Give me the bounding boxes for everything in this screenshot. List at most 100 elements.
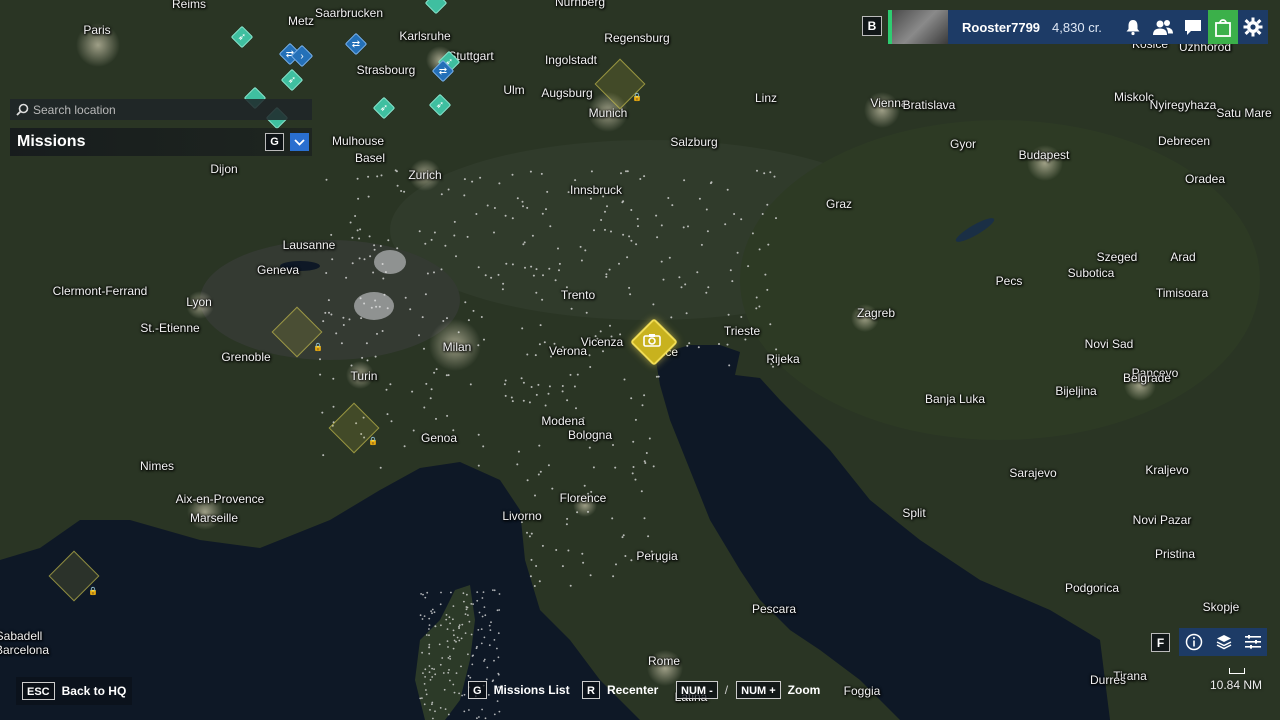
airport-dot[interactable]: [424, 432, 427, 435]
airport-dot[interactable]: [433, 231, 436, 234]
airport-dot[interactable]: [516, 197, 519, 200]
airport-dot[interactable]: [367, 195, 370, 198]
airport-dot[interactable]: [773, 175, 776, 178]
airport-dot[interactable]: [328, 311, 330, 314]
airport-dot[interactable]: [379, 466, 382, 469]
airport-dot[interactable]: [430, 388, 433, 391]
airport-dot[interactable]: [425, 634, 428, 636]
airport-dot[interactable]: [657, 375, 660, 378]
airport-dot[interactable]: [476, 599, 479, 602]
airport-dot[interactable]: [493, 713, 496, 716]
airport-dot[interactable]: [770, 363, 773, 365]
airport-dot[interactable]: [480, 628, 483, 630]
airport-dot[interactable]: [449, 679, 451, 682]
airport-dot[interactable]: [321, 411, 324, 414]
airport-dot[interactable]: [447, 713, 450, 716]
airport-dot[interactable]: [409, 308, 412, 311]
airport-dot[interactable]: [421, 316, 424, 319]
airport-dot[interactable]: [419, 614, 422, 617]
mission-marker[interactable]: ›: [290, 44, 314, 68]
airport-dot[interactable]: [622, 200, 625, 203]
airport-dot[interactable]: [596, 337, 599, 340]
airport-dot[interactable]: [541, 544, 544, 547]
airport-dot[interactable]: [775, 217, 777, 220]
airport-dot[interactable]: [483, 636, 486, 639]
airport-dot[interactable]: [656, 236, 659, 239]
airport-dot[interactable]: [361, 356, 364, 359]
airport-dot[interactable]: [736, 251, 739, 254]
airport-dot[interactable]: [472, 309, 475, 312]
airport-dot[interactable]: [476, 717, 478, 720]
airport-dot[interactable]: [668, 256, 671, 259]
airport-dot[interactable]: [395, 170, 398, 173]
airport-dot[interactable]: [386, 413, 389, 416]
airport-dot[interactable]: [530, 558, 533, 561]
airport-dot[interactable]: [576, 373, 579, 376]
airport-dot[interactable]: [396, 247, 399, 250]
airport-dot[interactable]: [430, 238, 433, 241]
missions-filter-key[interactable]: G: [265, 133, 284, 151]
airport-dot[interactable]: [566, 399, 569, 402]
airport-dot[interactable]: [535, 268, 538, 271]
airport-dot[interactable]: [450, 591, 452, 594]
airport-dot[interactable]: [504, 379, 507, 382]
airport-dot[interactable]: [530, 265, 533, 268]
airport-dot[interactable]: [387, 239, 390, 242]
airport-dot[interactable]: [650, 550, 653, 553]
airport-dot[interactable]: [455, 640, 457, 643]
airport-dot[interactable]: [587, 510, 589, 513]
airport-dot[interactable]: [434, 625, 437, 627]
airport-dot[interactable]: [523, 241, 526, 244]
airport-dot[interactable]: [630, 239, 633, 242]
airport-dot[interactable]: [569, 373, 572, 376]
airport-dot[interactable]: [483, 338, 485, 341]
airport-dot[interactable]: [602, 350, 604, 353]
airport-dot[interactable]: [330, 313, 333, 316]
airport-dot[interactable]: [493, 207, 496, 209]
airport-dot[interactable]: [724, 223, 727, 226]
airport-dot[interactable]: [481, 708, 483, 711]
airport-dot[interactable]: [481, 615, 484, 618]
airport-dot[interactable]: [442, 320, 445, 322]
airport-dot[interactable]: [453, 234, 456, 237]
airport-dot[interactable]: [466, 235, 469, 238]
airport-dot[interactable]: [389, 383, 392, 386]
airport-dot[interactable]: [426, 591, 429, 594]
airport-dot[interactable]: [458, 624, 461, 626]
airport-dot[interactable]: [554, 279, 557, 282]
airport-dot[interactable]: [501, 288, 504, 291]
airport-dot[interactable]: [626, 256, 629, 259]
airport-dot[interactable]: [370, 306, 373, 309]
airport-dot[interactable]: [332, 405, 335, 408]
airport-dot[interactable]: [475, 213, 478, 215]
airport-dot[interactable]: [365, 342, 368, 345]
airport-dot[interactable]: [373, 248, 376, 251]
airport-dot[interactable]: [424, 242, 427, 245]
airport-dot[interactable]: [629, 293, 632, 296]
airport-dot[interactable]: [561, 390, 564, 393]
airport-dot[interactable]: [576, 511, 579, 514]
airport-dot[interactable]: [374, 299, 377, 302]
airport-dot[interactable]: [551, 487, 554, 490]
airport-dot[interactable]: [606, 205, 608, 208]
airport-dot[interactable]: [547, 392, 550, 395]
airport-dot[interactable]: [541, 298, 544, 301]
airport-dot[interactable]: [340, 342, 343, 345]
airport-dot[interactable]: [575, 407, 577, 410]
airport-dot[interactable]: [361, 376, 364, 379]
f-key-button[interactable]: F: [1151, 633, 1170, 652]
airport-dot[interactable]: [497, 672, 500, 675]
airport-dot[interactable]: [448, 616, 451, 619]
airport-dot[interactable]: [614, 466, 617, 469]
airport-dot[interactable]: [428, 646, 431, 649]
airport-dot[interactable]: [493, 639, 496, 641]
airport-dot[interactable]: [486, 666, 489, 669]
airport-dot[interactable]: [565, 286, 568, 289]
airport-dot[interactable]: [447, 646, 449, 648]
missions-dropdown-button[interactable]: [290, 133, 309, 151]
airport-dot[interactable]: [423, 406, 426, 409]
airport-dot[interactable]: [486, 204, 489, 207]
b-key-button[interactable]: B: [862, 16, 882, 36]
airport-dot[interactable]: [325, 272, 328, 274]
airport-dot[interactable]: [452, 605, 455, 607]
